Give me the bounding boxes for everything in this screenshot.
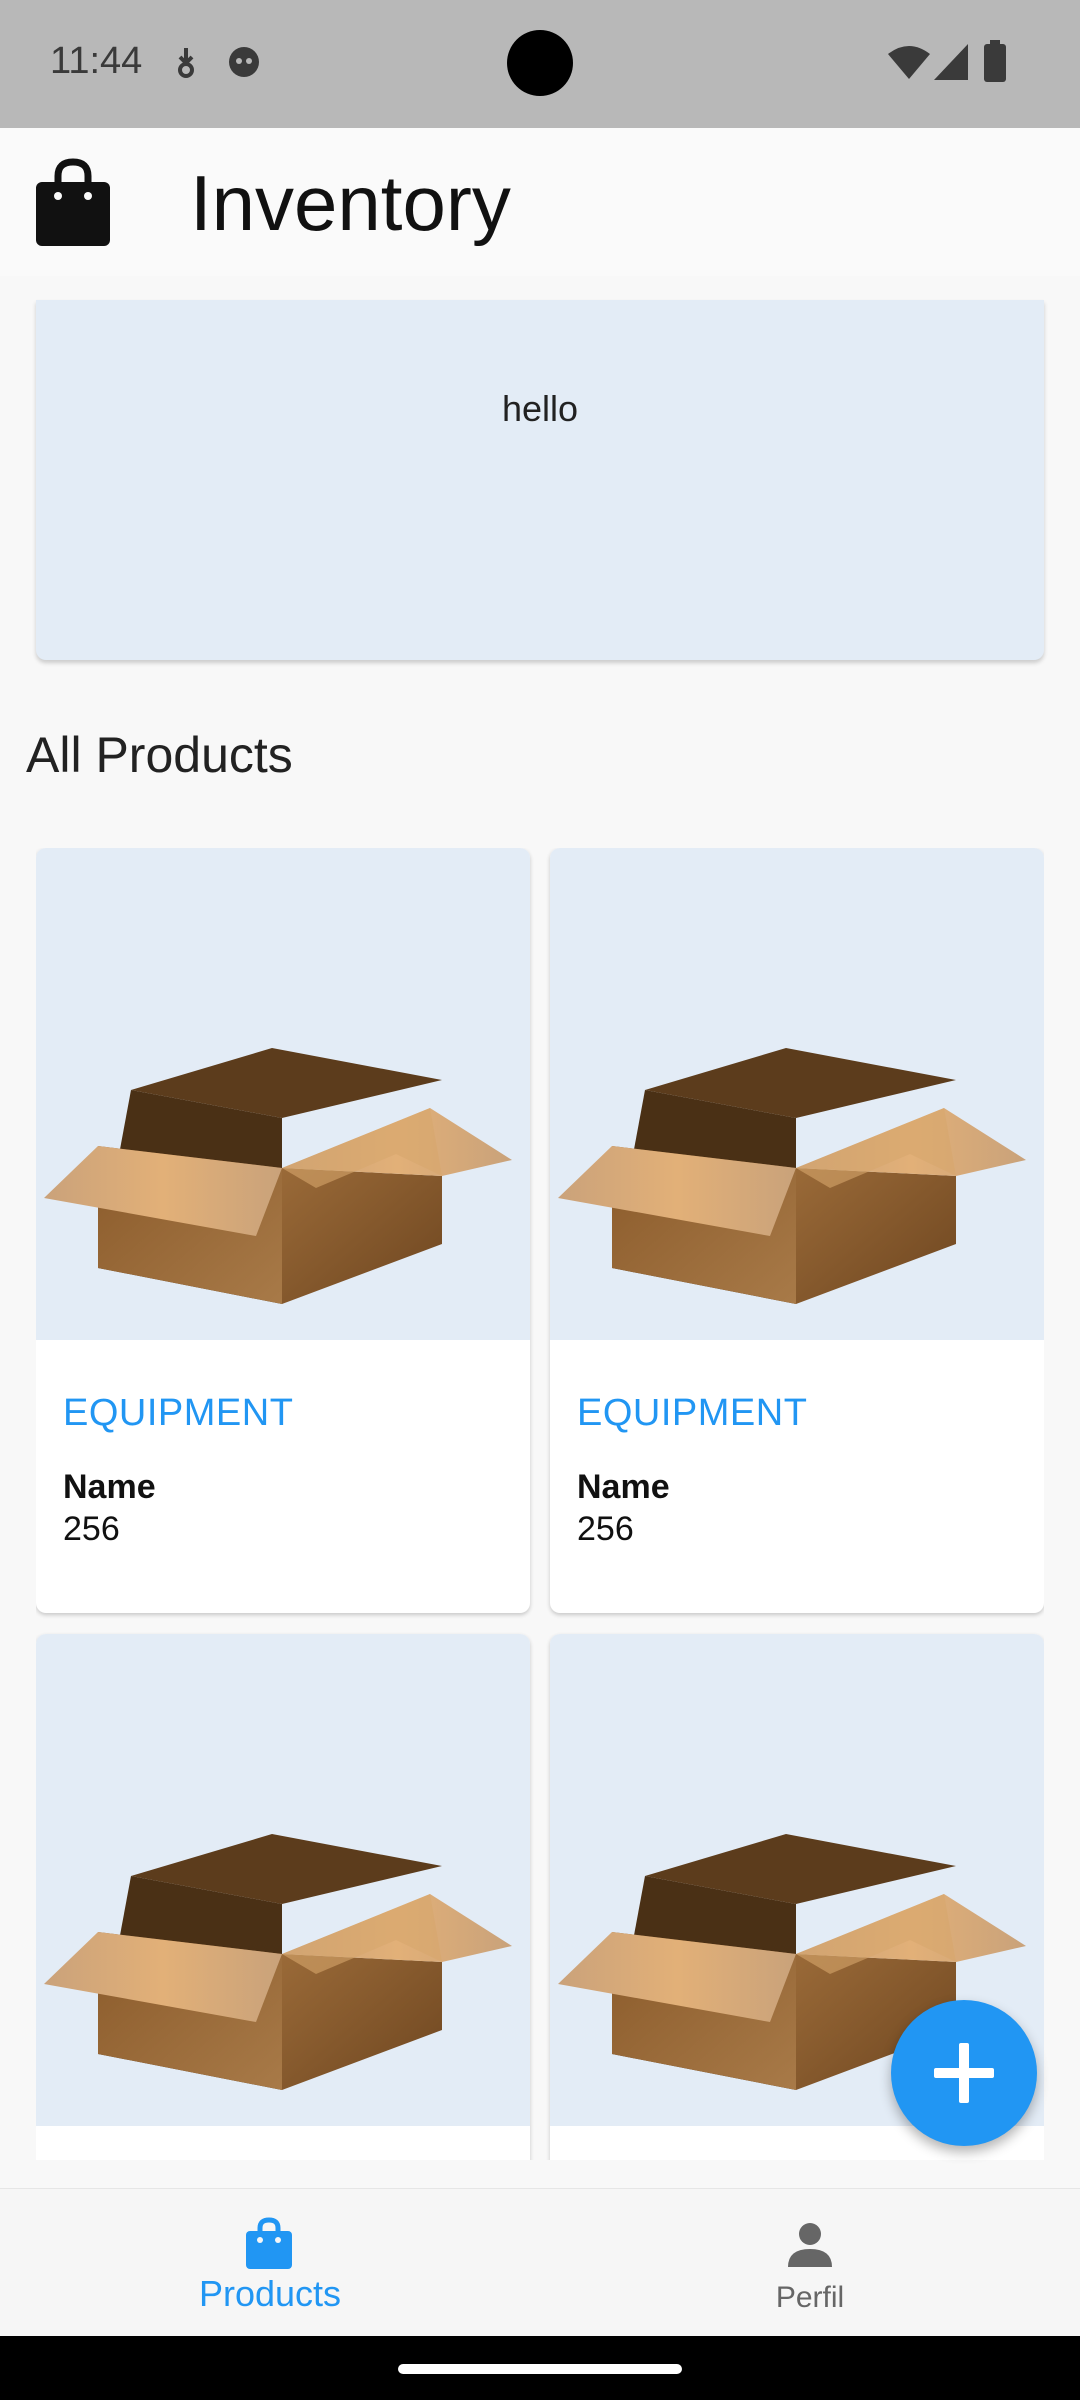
product-quantity: 256: [577, 1510, 634, 1548]
cardboard-box-icon: [44, 1834, 512, 2090]
battery-icon: [984, 40, 1006, 87]
banner-card[interactable]: hello: [36, 300, 1044, 660]
person-icon: [786, 2221, 834, 2274]
product-grid: EQUIPMENT Name 256 EQUIPMENT Name 256: [36, 848, 1044, 2160]
product-quantity: 256: [63, 1510, 120, 1548]
status-time: 11:44: [50, 40, 143, 82]
gesture-bar: [0, 2336, 1080, 2400]
nav-item-products[interactable]: Products: [0, 2189, 540, 2337]
nav-label-perfil: Perfil: [775, 2281, 845, 2314]
banner-text: hello: [501, 388, 579, 429]
product-category: EQUIPMENT: [577, 1392, 808, 1434]
product-category: EQUIPMENT: [63, 1392, 294, 1434]
shopping-bag-icon: [36, 158, 110, 251]
bottom-navigation: Products Perfil: [0, 2188, 1080, 2337]
camera-cutout: [507, 30, 573, 96]
face-icon: [226, 44, 262, 85]
signal-icon: [934, 44, 968, 85]
product-image: [550, 848, 1044, 1340]
product-name: Name: [63, 1468, 156, 1506]
nav-item-perfil[interactable]: Perfil: [540, 2189, 1080, 2337]
wifi-icon: [888, 46, 930, 85]
product-image: [36, 848, 530, 1340]
app-bar: Inventory: [0, 128, 1080, 276]
section-title: All Products: [26, 727, 293, 783]
product-name: Name: [577, 1468, 670, 1506]
home-gesture-handle[interactable]: [398, 2364, 682, 2374]
plus-icon: [934, 2043, 994, 2103]
product-card[interactable]: EQUIPMENT Name 256: [550, 848, 1044, 1613]
status-bar: 11:44: [0, 0, 1080, 128]
product-card[interactable]: EQUIPMENT Name 256: [36, 848, 530, 1613]
download-icon: [174, 44, 198, 85]
product-image: [36, 1634, 530, 2126]
product-card[interactable]: [36, 1634, 530, 2160]
cardboard-box-icon: [44, 1048, 512, 1304]
shopping-bag-icon: [246, 2217, 292, 2274]
page-title: Inventory: [190, 159, 511, 247]
add-product-button[interactable]: [891, 2000, 1037, 2146]
nav-label-products: Products: [198, 2273, 342, 2314]
cardboard-box-icon: [558, 1048, 1026, 1304]
